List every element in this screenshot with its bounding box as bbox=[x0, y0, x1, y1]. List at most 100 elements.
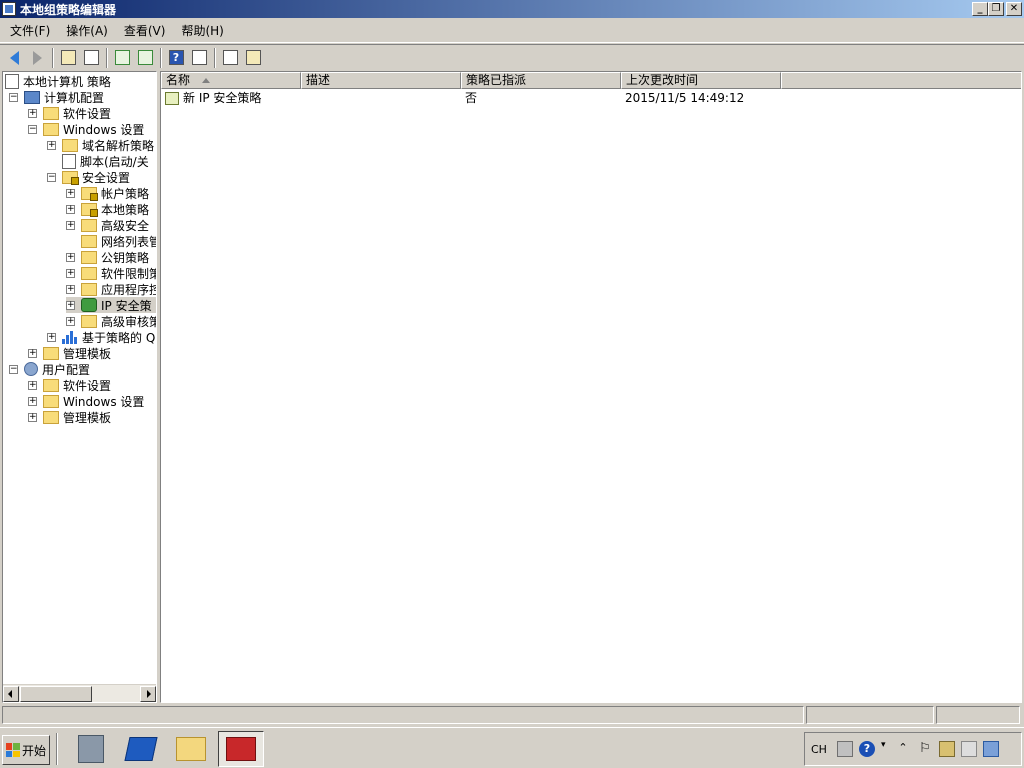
tree-item-app-control[interactable]: + 应用程序控 bbox=[66, 281, 156, 297]
tree-item-label: Windows 设置 bbox=[63, 122, 145, 137]
tree-root[interactable]: 本地计算机 策略 bbox=[5, 73, 111, 89]
tree-item-scripts[interactable]: 脚本(启动/关 bbox=[62, 153, 149, 169]
cell-description bbox=[301, 90, 461, 106]
column-header-description[interactable]: 描述 bbox=[301, 72, 461, 89]
expand-icon[interactable]: + bbox=[28, 412, 37, 422]
column-header-modified[interactable]: 上次更改时间 bbox=[621, 72, 781, 89]
policy-name: 新 IP 安全策略 bbox=[183, 91, 262, 105]
scroll-left-button[interactable] bbox=[3, 686, 19, 702]
menu-help[interactable]: 帮助(H) bbox=[173, 19, 231, 43]
expand-icon[interactable]: + bbox=[28, 380, 37, 390]
expand-icon[interactable]: + bbox=[47, 140, 56, 150]
expand-icon[interactable]: + bbox=[28, 108, 37, 118]
menu-file[interactable]: 文件(F) bbox=[2, 19, 58, 43]
expand-icon[interactable]: + bbox=[66, 284, 75, 294]
up-folder-button[interactable] bbox=[57, 47, 79, 69]
tree-item-policy-based-qos[interactable]: + 基于策略的 Q bbox=[47, 329, 155, 345]
windows-logo-icon bbox=[5, 743, 20, 757]
tree-item-security-settings[interactable]: − 安全设置 bbox=[47, 169, 130, 185]
tree-item-user-admin-templates[interactable]: + 管理模板 bbox=[28, 409, 111, 425]
taskbar-app-gpedit[interactable] bbox=[218, 731, 264, 767]
tree-item-user-windows-settings[interactable]: + Windows 设置 bbox=[28, 393, 144, 409]
list-item[interactable]: 新 IP 安全策略 否 2015/11/5 14:49:12 bbox=[161, 90, 781, 106]
tree-item-public-key-policies[interactable]: + 公钥策略 bbox=[66, 249, 149, 265]
show-hide-tree-button[interactable] bbox=[80, 47, 102, 69]
export-list-icon bbox=[137, 50, 153, 65]
title-bar[interactable]: 本地组策略编辑器 _ ❐ ✕ bbox=[0, 0, 1024, 18]
tree-item-windows-settings[interactable]: − Windows 设置 bbox=[28, 121, 144, 137]
folder-icon bbox=[43, 122, 59, 136]
keyboard-icon[interactable] bbox=[836, 741, 853, 757]
minimize-button[interactable]: _ bbox=[972, 2, 988, 16]
status-panel-2 bbox=[806, 706, 934, 724]
collapse-icon[interactable]: − bbox=[9, 92, 18, 102]
close-button[interactable]: ✕ bbox=[1006, 2, 1022, 16]
tree-item-network-list[interactable]: 网络列表管 bbox=[81, 233, 156, 249]
expand-icon[interactable]: + bbox=[66, 188, 75, 198]
tree-item-account-policies[interactable]: + 帐户策略 bbox=[66, 185, 149, 201]
tree-item-software-restriction[interactable]: + 软件限制策 bbox=[66, 265, 156, 281]
back-button[interactable] bbox=[3, 47, 25, 69]
options-icon[interactable]: ▾ bbox=[881, 741, 889, 757]
taskbar-app-server-manager[interactable] bbox=[68, 731, 114, 767]
restore-button[interactable]: ❐ bbox=[988, 2, 1004, 16]
system-tray: CH ? ▾ ⌃ ⚐ bbox=[804, 732, 1022, 766]
collapse-icon[interactable]: − bbox=[47, 172, 56, 182]
help-button[interactable]: ? bbox=[165, 47, 187, 69]
volume-muted-icon[interactable] bbox=[960, 741, 977, 757]
tree-item-user-config[interactable]: − 用户配置 bbox=[9, 361, 90, 377]
show-desktop-icon[interactable] bbox=[982, 741, 999, 757]
tree-item-label: 高级审核策 bbox=[101, 314, 156, 329]
properties-button[interactable] bbox=[219, 47, 241, 69]
tree-item-advanced-audit[interactable]: + 高级审核策 bbox=[66, 313, 156, 329]
horizontal-scrollbar[interactable] bbox=[3, 684, 156, 702]
tree-item-ip-security[interactable]: + IP 安全策 bbox=[66, 297, 156, 313]
help-icon[interactable]: ? bbox=[858, 741, 875, 757]
scroll-thumb[interactable] bbox=[20, 686, 92, 702]
column-header-name[interactable]: 名称 bbox=[161, 72, 301, 89]
tree-item-admin-templates[interactable]: + 管理模板 bbox=[28, 345, 111, 361]
taskbar-app-powershell[interactable] bbox=[118, 731, 164, 767]
language-indicator[interactable]: CH bbox=[811, 743, 827, 756]
export-button[interactable] bbox=[242, 47, 264, 69]
scroll-left-icon bbox=[8, 690, 12, 698]
show-hidden-icons-icon[interactable]: ⌃ bbox=[895, 741, 911, 757]
tree-item-user-software-settings[interactable]: + 软件设置 bbox=[28, 377, 111, 393]
menu-action[interactable]: 操作(A) bbox=[58, 19, 116, 43]
collapse-icon[interactable]: − bbox=[28, 124, 37, 134]
menu-view[interactable]: 查看(V) bbox=[116, 19, 174, 43]
action-pane-icon bbox=[191, 50, 207, 65]
taskbar-app-explorer[interactable] bbox=[168, 731, 214, 767]
expand-icon[interactable]: + bbox=[28, 396, 37, 406]
action-pane-button[interactable] bbox=[188, 47, 210, 69]
tree-item-advanced-firewall[interactable]: + 高级安全 bbox=[66, 217, 149, 233]
network-icon[interactable] bbox=[938, 741, 955, 757]
tree-item-local-policies[interactable]: + 本地策略 bbox=[66, 201, 149, 217]
tree-item-label: 管理模板 bbox=[63, 410, 112, 425]
export-list-button[interactable] bbox=[134, 47, 156, 69]
scroll-right-button[interactable] bbox=[140, 686, 156, 702]
expand-icon[interactable]: + bbox=[66, 204, 75, 214]
expand-icon[interactable]: + bbox=[66, 300, 75, 310]
expand-icon[interactable]: + bbox=[66, 316, 75, 326]
folder-icon bbox=[43, 346, 59, 360]
help-icon: ? bbox=[168, 50, 184, 65]
expand-icon[interactable]: + bbox=[47, 332, 56, 342]
refresh-button[interactable] bbox=[111, 47, 133, 69]
expand-icon[interactable]: + bbox=[66, 220, 75, 230]
forward-button[interactable] bbox=[26, 47, 48, 69]
folder-icon bbox=[81, 266, 97, 280]
column-header-assigned[interactable]: 策略已指派 bbox=[461, 72, 621, 89]
action-center-flag-icon[interactable]: ⚐ bbox=[917, 741, 933, 757]
collapse-icon[interactable]: − bbox=[9, 364, 18, 374]
tree-item-software-settings[interactable]: + 软件设置 bbox=[28, 105, 111, 121]
expand-icon[interactable]: + bbox=[66, 252, 75, 262]
expand-icon[interactable]: + bbox=[66, 268, 75, 278]
start-button[interactable]: 开始 bbox=[2, 735, 50, 765]
status-panel-main bbox=[2, 706, 804, 724]
column-header-filler bbox=[781, 72, 1021, 89]
tree-item-computer-config[interactable]: − 计算机配置 bbox=[9, 89, 104, 105]
tree-item-name-resolution-policy[interactable]: + 域名解析策略 bbox=[47, 137, 154, 153]
expand-icon[interactable]: + bbox=[28, 348, 37, 358]
back-icon bbox=[9, 50, 19, 65]
